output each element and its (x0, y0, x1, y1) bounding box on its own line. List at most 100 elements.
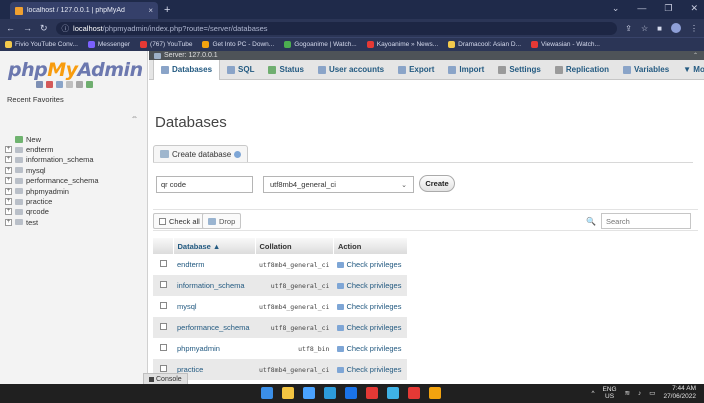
tab-sql[interactable]: SQL (220, 60, 261, 80)
reload-icon[interactable]: ↻ (40, 23, 48, 34)
row-checkbox-cell[interactable] (153, 296, 173, 317)
bookmark-item[interactable]: (767) YouTube (140, 41, 192, 48)
bookmark-item[interactable]: Fivio YouTube Conv... (5, 41, 78, 48)
tab-user-accounts[interactable]: User accounts (311, 60, 391, 80)
star-icon[interactable]: ☆ (641, 24, 648, 33)
tree-item-endterm[interactable]: + endterm (5, 144, 145, 154)
tree-item-qrcode[interactable]: + qrcode (5, 207, 145, 217)
drop-button[interactable]: Drop (202, 213, 242, 229)
tab-status[interactable]: Status (261, 60, 310, 80)
taskbar-app-icon[interactable] (408, 387, 420, 399)
tree-item-new[interactable]: New (5, 134, 145, 144)
taskbar-app-icon[interactable] (345, 387, 357, 399)
phpmyadmin-logo[interactable]: phpMyAdmin (8, 59, 143, 81)
tree-item-performance-schema[interactable]: + performance_schema (5, 176, 145, 186)
expand-icon[interactable]: + (5, 218, 12, 226)
bookmark-item[interactable]: Dramacool: Asian D... (448, 41, 521, 48)
database-name-link[interactable]: performance_schema (173, 317, 255, 338)
check-privileges-link[interactable]: Check privileges (337, 365, 403, 374)
help-icon[interactable] (234, 150, 242, 158)
server-breadcrumb-link[interactable]: Server: 127.0.0.1 (164, 52, 218, 59)
check-all-checkbox[interactable] (159, 217, 166, 225)
taskbar-app-icon[interactable] (303, 387, 315, 399)
row-checkbox[interactable] (159, 302, 167, 309)
back-arrow-icon[interactable]: ← (6, 23, 15, 33)
database-name-input[interactable] (156, 176, 253, 193)
database-name-link[interactable]: endterm (173, 254, 255, 275)
taskbar-app-icon[interactable] (387, 387, 399, 399)
url-field[interactable]: ⓘ localhost/phpmyadmin/index.php?route=/… (55, 21, 618, 35)
check-privileges-link[interactable]: Check privileges (337, 260, 403, 269)
bookmark-item[interactable]: Kayoanime » News... (366, 41, 438, 48)
battery-icon[interactable]: ▭ (649, 389, 655, 397)
chevron-up-icon[interactable]: ^ (591, 390, 594, 397)
tree-item-test[interactable]: + test (5, 217, 145, 227)
tree-item-practice[interactable]: + practice (5, 196, 145, 206)
chevron-down-icon[interactable]: ⌄ (612, 3, 620, 14)
bookmark-item[interactable]: Messenger (87, 41, 130, 48)
taskbar-app-icon[interactable] (324, 387, 336, 399)
language-indicator[interactable]: ENG US (603, 386, 617, 400)
home-icon[interactable] (36, 81, 43, 88)
tab-export[interactable]: Export (391, 60, 441, 80)
link-with-main-panel-icon[interactable]: ⇔ (131, 114, 138, 121)
check-privileges-link[interactable]: Check privileges (337, 323, 403, 332)
docs-icon[interactable] (66, 81, 73, 88)
check-privileges-link[interactable]: Check privileges (337, 302, 403, 311)
site-info-icon[interactable]: ⓘ (62, 23, 70, 34)
row-checkbox[interactable] (159, 323, 167, 330)
row-checkbox-cell[interactable] (153, 254, 173, 275)
database-name-link[interactable]: mysql (173, 296, 255, 317)
expand-icon[interactable]: + (5, 177, 12, 185)
expand-icon[interactable]: + (5, 208, 12, 216)
database-column-header[interactable]: Database ▲ (173, 238, 256, 254)
search-input[interactable] (601, 213, 691, 229)
collapse-icon[interactable]: ⌃ (693, 52, 698, 59)
tab-import[interactable]: Import (441, 60, 491, 80)
bookmark-item[interactable]: Get Into PC - Down... (202, 41, 274, 48)
profile-avatar[interactable] (671, 23, 681, 33)
volume-icon[interactable]: ♪ (638, 390, 641, 397)
taskbar-app-icon[interactable] (261, 387, 273, 399)
check-privileges-link[interactable]: Check privileges (337, 344, 403, 353)
row-checkbox[interactable] (159, 365, 167, 372)
expand-icon[interactable]: + (5, 187, 12, 195)
row-checkbox[interactable] (159, 344, 167, 351)
bookmark-item[interactable]: Viewasian - Watch... (531, 41, 600, 48)
console-toggle[interactable]: Console (143, 373, 188, 384)
close-window-icon[interactable]: ✕ (690, 3, 698, 14)
row-checkbox-cell[interactable] (153, 275, 173, 296)
clock[interactable]: 7:44 AM 27/06/2022 (663, 385, 696, 401)
tab-replication[interactable]: Replication (548, 60, 616, 80)
tab-settings[interactable]: Settings (491, 60, 548, 80)
taskbar-app-icon[interactable] (282, 387, 294, 399)
forward-arrow-icon[interactable]: → (23, 23, 32, 33)
wifi-icon[interactable]: ≋ (625, 389, 630, 397)
query-window-icon[interactable] (56, 81, 63, 88)
database-name-link[interactable]: phpmyadmin (173, 338, 255, 359)
recent-favorites-tabs[interactable]: Recent Favorites (7, 95, 64, 104)
collation-select[interactable]: utf8mb4_general_ci ⌄ (263, 176, 414, 193)
bookmark-item[interactable]: Gogoanime | Watch... (284, 41, 357, 48)
expand-icon[interactable]: + (5, 146, 12, 154)
expand-icon[interactable]: + (5, 198, 12, 206)
more-menu[interactable]: ▼ More (676, 60, 704, 80)
settings-gear-icon[interactable] (76, 81, 83, 88)
reload-nav-icon[interactable] (86, 81, 93, 88)
restore-icon[interactable]: ❐ (664, 3, 672, 14)
sidepanel-icon[interactable]: ■ (657, 24, 662, 33)
taskbar-app-icon[interactable] (429, 387, 441, 399)
minimize-icon[interactable]: — (637, 3, 646, 14)
tree-item-mysql[interactable]: + mysql (5, 165, 145, 175)
new-tab-button[interactable]: + (164, 2, 170, 19)
tab-close-icon[interactable]: × (148, 6, 153, 15)
database-name-link[interactable]: information_schema (173, 275, 255, 296)
expand-icon[interactable]: + (5, 166, 12, 174)
tab-databases[interactable]: Databases (153, 59, 221, 80)
row-checkbox-cell[interactable] (153, 338, 173, 359)
row-checkbox-cell[interactable] (153, 317, 173, 338)
expand-icon[interactable]: + (5, 156, 12, 164)
tab-variables[interactable]: Variables (616, 60, 676, 80)
browser-tab[interactable]: localhost / 127.0.0.1 | phpMyAd × (10, 2, 158, 19)
taskbar-app-icon[interactable] (366, 387, 378, 399)
